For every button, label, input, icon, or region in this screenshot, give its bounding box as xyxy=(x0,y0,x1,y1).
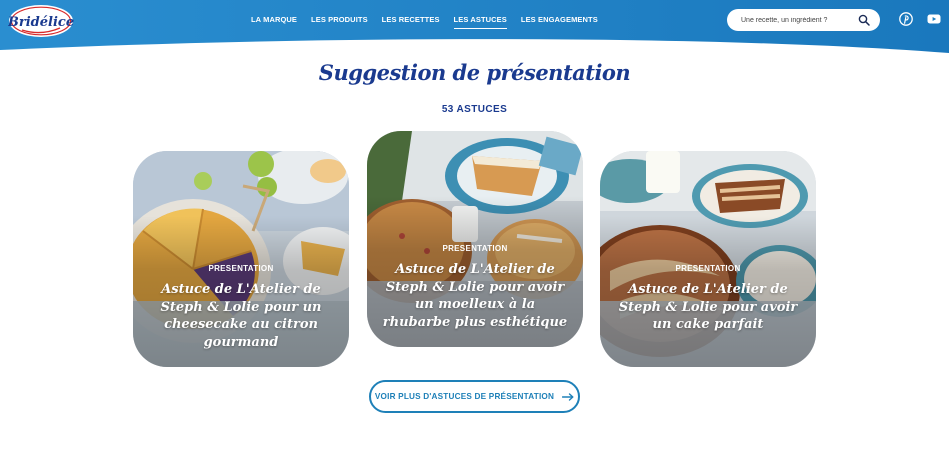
bridelice-logo[interactable]: Bridélice xyxy=(8,4,74,38)
search-box xyxy=(727,9,880,31)
card-category: PRESENTATION xyxy=(675,264,741,273)
card-category: PRESENTATION xyxy=(442,244,508,253)
card-category: PRESENTATION xyxy=(208,264,274,273)
search-input[interactable] xyxy=(741,16,851,24)
card-overlay xyxy=(600,151,816,367)
search-icon[interactable] xyxy=(858,14,870,26)
card-title: Astuce de L'Atelier de Steph & Lolie pou… xyxy=(160,282,322,350)
see-more-tips-button[interactable]: VOIR PLUS D'ASTUCES DE PRÉSENTATION xyxy=(369,380,580,413)
card-title: Astuce de L'Atelier de Steph & Lolie pou… xyxy=(618,282,798,332)
youtube-icon[interactable] xyxy=(927,12,941,26)
arrow-right-icon xyxy=(562,392,574,401)
nav-les-produits[interactable]: LES PRODUITS xyxy=(304,15,375,31)
nav-les-astuces[interactable]: LES ASTUCES xyxy=(447,15,514,31)
pinterest-icon[interactable] xyxy=(899,12,913,26)
nav-la-marque[interactable]: LA MARQUE xyxy=(244,15,304,31)
section-title: Suggestion de présentation xyxy=(318,60,631,85)
tip-card-cheesecake[interactable]: PRESENTATION Astuce de L'Atelier de Step… xyxy=(133,151,349,367)
tip-card-moelleux-rhubarbe[interactable]: PRESENTATION Astuce de L'Atelier de Step… xyxy=(367,131,583,347)
nav-les-engagements[interactable]: LES ENGAGEMENTS xyxy=(514,15,605,31)
logo-text: Bridélice xyxy=(8,15,74,30)
tips-count: 53 ASTUCES xyxy=(441,104,508,115)
tip-card-cake-parfait[interactable]: PRESENTATION Astuce de L'Atelier de Step… xyxy=(600,151,816,367)
see-more-tips-label: VOIR PLUS D'ASTUCES DE PRÉSENTATION xyxy=(374,392,555,401)
card-title: Astuce de L'Atelier de Steph & Lolie pou… xyxy=(382,262,568,330)
main-nav: LA MARQUE LES PRODUITS LES RECETTES LES … xyxy=(244,15,605,31)
site-header: Bridélice LA MARQUE LES PRODUITS LES REC… xyxy=(0,0,949,56)
nav-les-recettes[interactable]: LES RECETTES xyxy=(375,15,447,31)
